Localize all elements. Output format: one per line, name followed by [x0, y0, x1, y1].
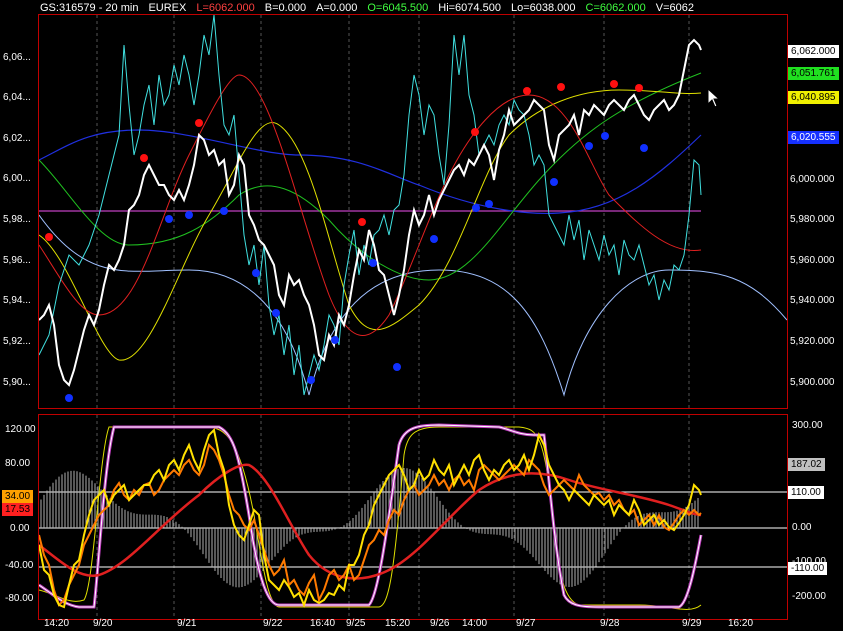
blue-dot	[585, 142, 593, 150]
blue-dot	[272, 309, 280, 317]
blue-dot	[472, 204, 480, 212]
time-tick: 9/20	[93, 618, 113, 629]
white-price-line	[39, 38, 702, 387]
blue-moving-average	[39, 129, 702, 214]
time-tick: 15:20	[385, 618, 411, 629]
blue-dot	[430, 235, 438, 243]
red-dot	[195, 119, 203, 127]
blue-dot	[369, 259, 377, 267]
red-dot	[557, 83, 565, 91]
green-ma-tag: 6,051.761	[788, 67, 839, 80]
price-chart-svg	[39, 15, 787, 408]
blue-dot	[165, 215, 173, 223]
price-left-tick: 5,90...	[3, 377, 31, 388]
price-left-tick: 6,06...	[3, 52, 31, 63]
blue-dot	[393, 363, 401, 371]
blue-dot	[220, 207, 228, 215]
time-tick: 16:20	[728, 618, 754, 629]
blue-dot	[550, 178, 558, 186]
osc-left-tick: 120.00	[5, 424, 36, 435]
time-tick: 16:40	[310, 618, 336, 629]
osc-left-tag-b: 17.53	[2, 503, 34, 516]
price-right-tick: 5,980.000	[790, 214, 835, 225]
time-tick: 9/22	[263, 618, 283, 629]
blue-dot	[185, 211, 193, 219]
osc-vertical-gridlines	[96, 415, 690, 619]
osc-right-tag-c: -110.00	[788, 562, 828, 575]
blue-dot	[640, 144, 648, 152]
blue-ma-tag: 6,020.555	[788, 131, 839, 144]
time-tick: 9/26	[430, 618, 450, 629]
time-tick: 9/29	[682, 618, 702, 629]
red-dot	[610, 80, 618, 88]
price-right-tick: 6,000.000	[790, 174, 835, 185]
red-dot	[45, 233, 53, 241]
time-tick: 14:00	[462, 618, 488, 629]
red-dot	[471, 128, 479, 136]
osc-right-tick: -200.00	[792, 591, 826, 602]
red-dot	[523, 87, 531, 95]
blue-dot	[307, 376, 315, 384]
price-left-tick: 5,94...	[3, 295, 31, 306]
yellow-ma-tag: 6,040.895	[788, 91, 839, 104]
blue-dot	[331, 336, 339, 344]
red-dot	[635, 84, 643, 92]
time-tick: 9/25	[346, 618, 366, 629]
mouse-cursor-icon	[707, 88, 721, 108]
yellow-momentum-line	[39, 427, 702, 609]
cycle-arc-line	[39, 214, 787, 397]
osc-right-tick: 300.00	[792, 420, 823, 431]
osc-right-tick: 0.00	[792, 522, 812, 533]
magenta-stochastic-line	[39, 423, 703, 609]
price-left-tick: 5,98...	[3, 214, 31, 225]
osc-right-tag-b: 110.00	[788, 486, 824, 499]
price-right-tick: 5,960.000	[790, 255, 835, 266]
osc-left-tick: -40.00	[5, 560, 34, 571]
osc-left-tag-a: 34.00	[2, 490, 34, 503]
last-price-tag: 6,062.000	[788, 45, 839, 58]
blue-dot	[485, 200, 493, 208]
red-dot	[140, 154, 148, 162]
osc-right-tag-a: 187.02	[788, 458, 825, 471]
time-tick: 14:20	[44, 618, 70, 629]
blue-dot	[65, 394, 73, 402]
osc-left-tick: -80.00	[5, 593, 34, 604]
white-stochastic-line	[39, 424, 702, 608]
price-right-tick: 5,940.000	[790, 295, 835, 306]
price-left-tick: 6,02...	[3, 133, 31, 144]
red-dot	[358, 218, 366, 226]
price-right-tick: 5,900.000	[790, 377, 835, 388]
price-right-tick: 5,920.000	[790, 336, 835, 347]
time-tick: 9/27	[516, 618, 536, 629]
oscillator-chart-svg	[39, 415, 787, 619]
price-left-tick: 5,96...	[3, 255, 31, 266]
price-chart-pane[interactable]	[38, 14, 788, 409]
time-tick: 9/28	[600, 618, 620, 629]
blue-dot	[601, 132, 609, 140]
time-tick: 9/21	[177, 618, 197, 629]
blue-dot	[252, 269, 260, 277]
osc-left-tick: 80.00	[5, 458, 31, 469]
price-left-tick: 5,92...	[3, 336, 31, 347]
price-left-tick: 6,04...	[3, 92, 31, 103]
osc-left-tick: 0.00	[10, 523, 30, 534]
oscillator-pane[interactable]	[38, 414, 788, 620]
price-left-tick: 6,00...	[3, 173, 31, 184]
